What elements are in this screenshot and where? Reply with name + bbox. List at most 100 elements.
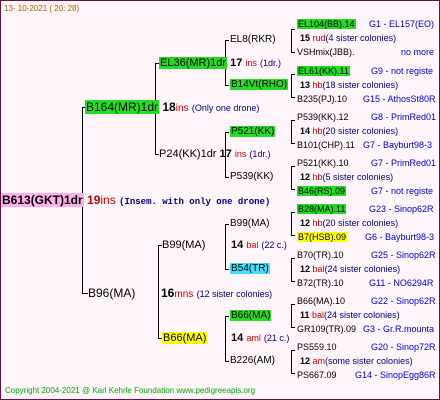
g4-5-sym: bal [312, 264, 325, 274]
sire-queen[interactable]: B164(MR)1dr 18ins (Only one drone) [85, 100, 259, 115]
g4-3-bot-name: B46(RS).09 [297, 186, 347, 196]
g4-3-top-name: P521(KK).10 [297, 158, 349, 168]
g3-0-bot [291, 52, 295, 53]
g3-5-name: B54(TR) [230, 263, 270, 274]
dd-top-line [225, 316, 229, 317]
g3-6-bot [291, 327, 295, 328]
g4-2-note: (20 sister colonies) [322, 126, 399, 136]
dd-num: 14 [231, 332, 244, 344]
dd-name: B66(MA) [162, 332, 208, 344]
g3-7-bracket [291, 350, 292, 374]
g4-5-top[interactable]: B70(TR).10 [297, 249, 344, 261]
g4-4-bot-right: G6 - Bayburt98-3 [365, 232, 435, 242]
dam-dam-info: 14 aml (21 c.) [231, 332, 289, 344]
g4-7-top-name: PS559.10 [297, 342, 337, 352]
root-name: B613(GKT)1dr [1, 193, 84, 207]
g4-6-top[interactable]: B66(MA).10 [297, 295, 345, 307]
g4-4-info: 12 hb(20 sister colonies) [300, 217, 398, 229]
g4-4-top-right: G23 - Sinop62R [369, 204, 434, 214]
g3-1-bracket [291, 74, 292, 98]
sire-num: 18 [162, 100, 176, 114]
g4-5-num: 12 [300, 264, 311, 274]
g3-6-bracket [291, 304, 292, 328]
pedigree-chart: 13- 10-2021 ( 20: 28) B613(GKT)1dr 19ins… [0, 0, 440, 400]
g4-3-sym: hb [312, 172, 323, 182]
g4-5-bot-name: B72(TR).10 [297, 278, 344, 288]
ss-name: EL36(MR)1dr [159, 57, 228, 69]
g3-4-name: B99(MA) [230, 218, 270, 229]
g4-2-sym: hb [312, 126, 323, 136]
g3-7-top [291, 350, 295, 351]
g4-6-num: 11 [300, 310, 310, 320]
g4-0-num: 15 [300, 33, 311, 43]
g4-2-num: 14 [300, 126, 311, 136]
g3-1-bot [291, 97, 295, 98]
g4-4-top-name: B28(MA).11 [297, 204, 347, 214]
dd-bracket [225, 316, 226, 362]
g3-queen-6[interactable]: B66(MA) [230, 310, 272, 322]
g4-1-bot-name: B235(PJ).10 [297, 94, 348, 104]
dam-dam-queen[interactable]: B66(MA) [162, 332, 208, 344]
g4-5-note: (24 sister colonies) [324, 264, 401, 274]
g3-1-name: B14Vt(RHO) [230, 79, 289, 90]
g3-queen-1[interactable]: B14Vt(RHO) [230, 79, 289, 91]
g3-queen-4[interactable]: B99(MA) [230, 218, 269, 230]
g4-0-top-name: EL104(BB).14 [297, 19, 356, 29]
g3-queen-5[interactable]: B54(TR) [230, 263, 270, 275]
g3-4-bracket [291, 212, 292, 236]
g4-7-top-right: G20 - Sinop72R [371, 342, 436, 352]
g3-queen-3[interactable]: P539(KK) [230, 171, 273, 183]
g3-5-bracket [291, 258, 292, 282]
sire-sire-queen[interactable]: EL36(MR)1dr 17 ins (1dr.) [159, 57, 281, 69]
root-sym: ins [100, 193, 116, 207]
g4-1-bot-right: G15 - AthosSt80R [363, 94, 436, 104]
root-queen[interactable]: B613(GKT)1dr 19ins (Insem. with only one… [1, 193, 270, 208]
g4-4-bot[interactable]: B7(HSB).09 [297, 231, 348, 243]
g3-4-bot [291, 235, 295, 236]
g4-1-top-name: EL61(KK).11 [297, 66, 350, 76]
dam-queen[interactable]: B96(MA) [88, 287, 135, 299]
g4-2-top[interactable]: P539(KK).12 [297, 111, 349, 123]
g4-3-top[interactable]: P521(KK).10 [297, 157, 349, 169]
g4-6-bot[interactable]: GR109(TR).09 [297, 323, 356, 335]
g3-2-bracket [291, 120, 292, 144]
sd-bot-line [225, 177, 229, 178]
g3-0-bracket [291, 29, 292, 53]
ds-note: (22 c.) [261, 240, 287, 250]
g4-6-sym: bal [312, 310, 325, 320]
g4-1-bot[interactable]: B235(PJ).10 [297, 93, 347, 105]
sire-dam-queen[interactable]: P24(KK)1dr 17 ins (1dr.) [159, 148, 270, 160]
g4-2-bot-right: G7 - Bayburt98-3 [363, 140, 433, 150]
g4-4-top[interactable]: B28(MA).11 [297, 203, 347, 215]
g4-5-bot[interactable]: B72(TR).10 [297, 277, 344, 289]
g4-7-bot[interactable]: PS667.09 [297, 369, 337, 381]
dam-sire-info: 14 bal (22 c.) [231, 239, 287, 251]
g3-queen-0[interactable]: EL8(RKR) [230, 34, 276, 46]
g4-1-sym: hb [312, 80, 323, 90]
g3-5-bot [291, 281, 295, 282]
g4-7-top[interactable]: PS559.10 [297, 341, 337, 353]
g4-6-info: 11 bal(24 sister colonies) [300, 309, 400, 321]
g4-3-num: 12 [300, 172, 311, 182]
g3-queen-7[interactable]: B226(AM) [230, 355, 275, 367]
g4-0-sym: rud [312, 33, 326, 43]
sd-name: P24(KK)1dr [159, 148, 217, 160]
g4-0-bot-name: VSHmix(JBB). [297, 47, 355, 57]
g4-1-top[interactable]: EL61(KK).11 [297, 65, 350, 77]
g3-queen-2[interactable]: P521(KK) [230, 126, 276, 138]
g4-3-bot[interactable]: B46(RS).09 [297, 185, 347, 197]
g4-4-num: 12 [300, 218, 311, 228]
g4-0-bot[interactable]: VSHmix(JBB). [297, 46, 355, 58]
g3-3-name: P539(KK) [230, 171, 274, 182]
dd-sym: aml [246, 333, 261, 343]
ss-num: 17 [230, 57, 243, 69]
dam-num: 16 [161, 286, 175, 300]
g4-2-bot[interactable]: B101(CHP).11 [297, 139, 355, 151]
g4-7-note: (some sister colonies) [325, 356, 413, 366]
dam-name: B96(MA) [88, 286, 136, 300]
g4-0-top[interactable]: EL104(BB).14 [297, 18, 356, 30]
dam-sire-queen[interactable]: B99(MA) [162, 239, 205, 251]
g4-7-info: 12 am(some sister colonies) [300, 355, 413, 367]
root-num: 19 [87, 193, 101, 207]
g4-6-top-name: B66(MA).10 [297, 296, 346, 306]
